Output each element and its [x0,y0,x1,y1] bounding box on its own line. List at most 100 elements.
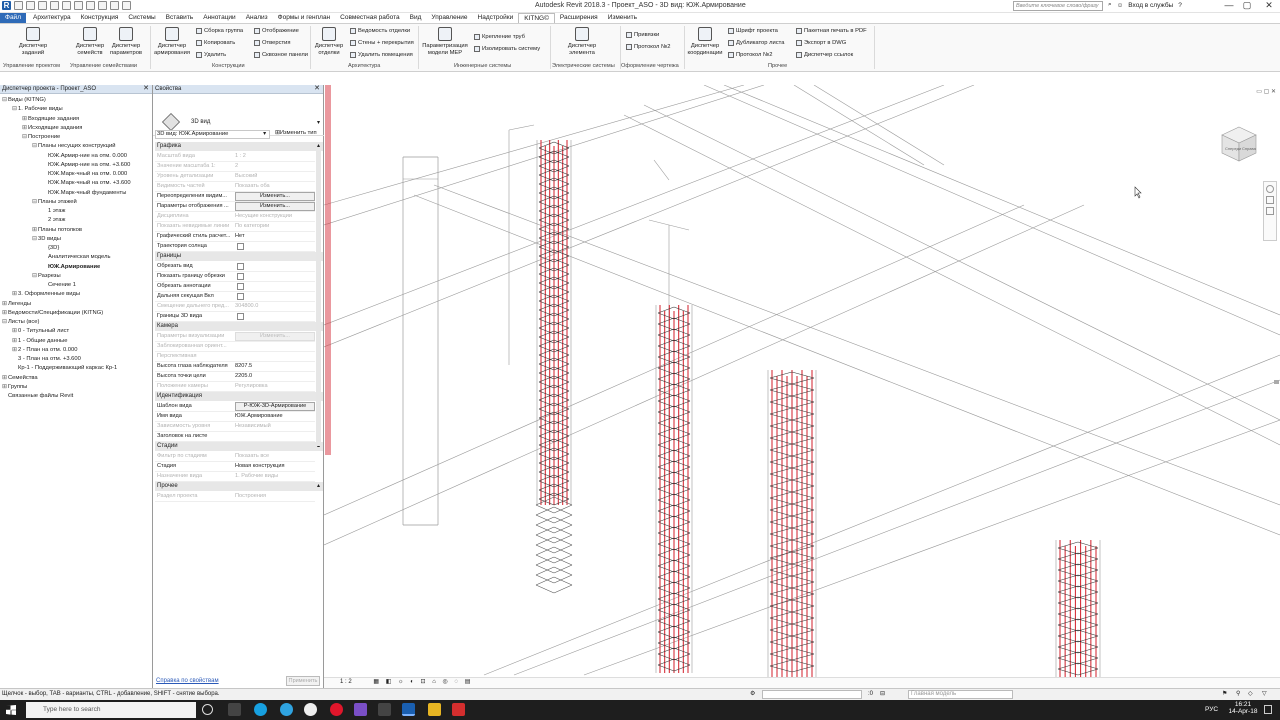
opera-icon[interactable] [330,703,343,716]
keyword-search-input[interactable]: Введите ключевое слово/фразу [1013,1,1103,11]
assembly-button[interactable]: Сборка группа [196,28,243,34]
copy-button[interactable]: Копировать [196,40,235,46]
mep-param-button[interactable]: Параметризация модели MEP [420,27,470,56]
section-icon[interactable] [110,1,119,10]
browser-item[interactable]: ⊞Семейства [2,374,38,383]
properties-section[interactable]: Камера▴ [155,322,323,331]
property-checkbox[interactable] [237,263,244,270]
browser-item[interactable]: Аналитическая модель [42,253,110,262]
shadows-icon[interactable]: ◐ [410,679,414,685]
measure-icon[interactable] [74,1,83,10]
worksharing-icon[interactable]: ⚙ [750,689,755,700]
finish-list-button[interactable]: Ведомость отделки [350,28,410,34]
skype-icon[interactable] [254,703,267,716]
pipe-fix-button[interactable]: Крепление труб [474,34,525,40]
steering-wheel-icon[interactable] [1266,185,1274,193]
browser-item[interactable]: ⊟Планы несущих конструкций [32,142,115,151]
browser-item[interactable]: Кр-1 - Поддерживающий каркас Кр-1 [12,364,117,373]
property-value[interactable]: 8207.5 [235,362,315,371]
browser-item[interactable]: ЮЖ.Марк-чный на отм. 0.000 [42,170,127,179]
minimize-button[interactable]: — [1222,0,1236,12]
sun-path-icon[interactable]: ☼ [398,679,404,685]
bindings-button[interactable]: Привязки [626,32,659,38]
browser-item[interactable]: 3 - План на отм. +3.600 [12,355,81,364]
browser-item[interactable]: ⊞Исходящие задания [22,124,82,133]
display-button[interactable]: Отображение [254,28,299,34]
property-value[interactable]: Нет [235,232,315,241]
analytic-icon[interactable]: ▤ [465,678,471,685]
browser-item[interactable]: ⊞Группы [2,383,27,392]
restore-icon[interactable]: ▭ [1256,89,1262,95]
delete-rooms-button[interactable]: Удалить помещения [350,52,413,58]
delete-button[interactable]: Удалить [196,52,226,58]
browser-item[interactable]: ЮЖ.Армир-ние на отм. +3.600 [42,161,130,170]
tab-5[interactable]: Аннотации [198,13,241,23]
app-icon[interactable] [228,703,241,716]
browser-item[interactable]: ⊟Разрезы [32,272,61,281]
tab-10[interactable]: Управление [426,13,472,23]
close-icon[interactable]: ✕ [143,85,149,93]
walls-floors-button[interactable]: Стены + перекрытия [350,40,414,46]
browser-item[interactable]: ⊟Планы этажей [32,198,77,207]
browser-item[interactable]: ⊟Построение [22,133,60,142]
property-checkbox[interactable] [237,283,244,290]
3d-viewport[interactable]: ▭ ▢ ✕ Спереди Справа [324,85,1280,688]
browser-item[interactable]: ⊟Листы (все) [2,318,39,327]
properties-scrollbar[interactable] [316,151,321,446]
tasks-manager-button[interactable]: Диспетчер заданий [12,27,54,56]
coords-manager-button[interactable]: Диспетчер координации [686,27,724,56]
properties-help-link[interactable]: Справка по свойствам [156,678,219,684]
browser-item[interactable]: ⊟Виды (KITNG) [2,96,46,105]
protocol-button[interactable]: Протокол №2 [626,44,670,50]
select-pinned-icon[interactable]: ⚲ [1236,689,1240,700]
browser-item[interactable]: {3D} [42,244,59,253]
crop-icon[interactable]: ⊡ [421,678,426,685]
language-indicator[interactable]: РУС [1205,706,1218,713]
property-edit-button[interactable]: Изменить... [235,192,315,201]
close-button[interactable]: ✕ [1262,0,1276,12]
browser-item[interactable]: ЮЖ.Армирование [42,263,100,272]
dwg-export-button[interactable]: Экспорт в DWG [796,40,846,46]
tab-2[interactable]: Конструкция [76,13,124,23]
dup-sheet-button[interactable]: Дубликатор листа [728,40,784,46]
filter-selection-icon[interactable]: ▽ [1262,689,1267,700]
explorer-icon[interactable] [428,703,441,716]
view-scale[interactable]: 1 : 2 [340,679,352,685]
navigation-bar[interactable] [1263,181,1277,241]
browser-item[interactable]: ЮЖ.Марк-чный на отм. +3.600 [42,179,131,188]
select-faces-icon[interactable]: ◇ [1248,689,1253,700]
hide-icon[interactable]: ◎ [443,678,448,685]
pdf-print-button[interactable]: Пакетная печать в PDF [796,28,867,34]
viewcube-icon[interactable]: Спереди Справа [1218,123,1260,165]
browser-item[interactable]: Связанные файлы Revit [2,392,73,401]
3d-icon[interactable] [98,1,107,10]
save-icon[interactable] [26,1,35,10]
tab-3[interactable]: Системы [123,13,160,23]
pan-icon[interactable] [1266,207,1274,215]
tab-11[interactable]: Надстройки [473,13,519,23]
property-edit-button[interactable]: Р-ЮЖ-3D-Армирование [235,402,315,411]
properties-section[interactable]: Стадии ▴ [155,442,323,451]
property-checkbox[interactable] [237,243,244,250]
workset-select[interactable] [762,690,862,699]
filter-icon[interactable]: ⊟ [880,689,885,700]
view-scroll-thumb[interactable] [1274,380,1279,384]
browser-item[interactable]: ⊞Планы потолков [32,226,82,235]
collapse-icon[interactable]: ▴ [317,482,320,491]
protocol3-button[interactable]: Протокол №2 [728,52,772,58]
viewcube[interactable]: Спереди Справа [1218,123,1260,165]
families-manager-button[interactable]: Диспетчер семейств [70,27,110,56]
browser-item[interactable]: Сечение 1 [42,281,76,290]
browser-item[interactable]: ⊟3D виды [32,235,61,244]
taskbar-search-input[interactable]: Type here to search [26,702,196,718]
finish-manager-button[interactable]: Диспетчер отделки [312,27,346,56]
browser-item[interactable]: ⊞0 - Титульный лист [12,327,69,336]
browser-item[interactable]: ⊞1 - Общие данные [12,337,67,346]
print-icon[interactable] [62,1,71,10]
detail-level-icon[interactable]: ▦ [373,678,379,685]
properties-section[interactable]: Прочее ▴ [155,482,323,491]
user-icon[interactable]: ☺ [1117,2,1124,9]
property-edit-button[interactable]: Изменить... [235,202,315,211]
undo-icon[interactable] [38,1,47,10]
model-scene[interactable] [324,85,1280,677]
